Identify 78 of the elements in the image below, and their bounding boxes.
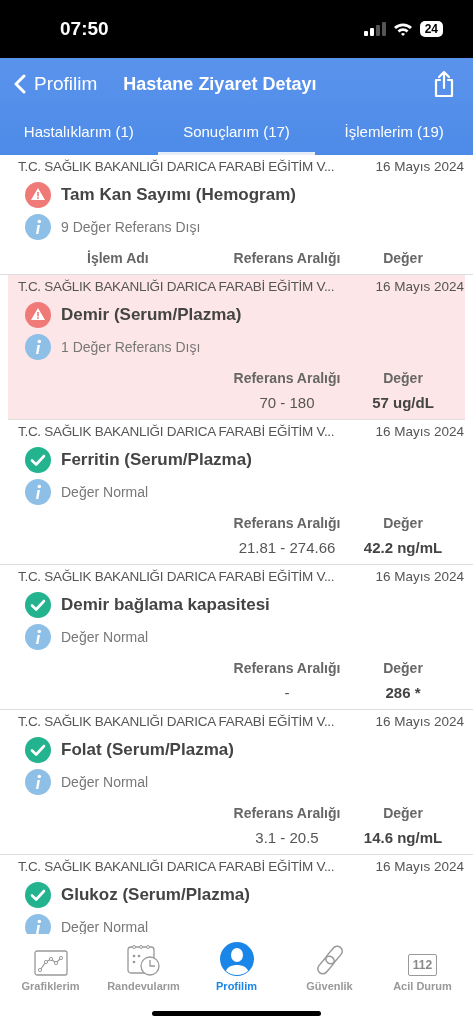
result-value: 42.2 ng/mL (362, 539, 444, 556)
institution-name: T.C. SAĞLIK BAKANLIĞI DARICA FARABİ EĞİTİM V... (18, 714, 335, 729)
result-date: 16 Mayıs 2024 (375, 159, 464, 174)
back-button[interactable]: Profilim (14, 73, 98, 95)
nav-tab[interactable]: Grafiklerim (5, 934, 96, 992)
result-summary: 1 Değer Referans Dışı (61, 339, 201, 355)
institution-name: T.C. SAĞLIK BAKANLIĞI DARICA FARABİ EĞİTİM V... (18, 159, 335, 174)
nav-tab[interactable]: Güvenlik (284, 934, 375, 992)
test-name: Demir (Serum/Plazma) (61, 305, 242, 325)
result-summary: Değer Normal (61, 919, 149, 934)
screen-title: Hastane Ziyaret Detayı (123, 73, 317, 95)
nav-tab[interactable]: 112 Acil Durum (377, 934, 468, 992)
result-summary: Değer Normal (61, 774, 149, 790)
result-card[interactable]: T.C. SAĞLIK BAKANLIĞI DARICA FARABİ EĞİTİM V... 16 Mayıs 2024 Demir (Serum/Plazma) 1 Değer Referans Dışı Referans Aralığı Değer 70 - 180 57 ug/dL (8, 275, 465, 420)
chevron-left-icon (14, 74, 26, 94)
info-icon (25, 624, 51, 650)
column-header: Değer (382, 370, 424, 386)
result-card[interactable]: T.C. SAĞLIK BAKANLIĞI DARICA FARABİ EĞİTİM V... 16 Mayıs 2024 Ferritin (Serum/Plazma) Değer Normal Referans Aralığı Değer 21.81 - 274.66 42.2 ng/mL (0, 420, 473, 565)
result-value: 57 ug/dL (371, 394, 435, 411)
checkmark-icon (25, 592, 51, 618)
column-header: Değer (382, 660, 424, 676)
result-summary: Değer Normal (61, 484, 149, 500)
result-value: 286 * (384, 684, 422, 701)
result-summary: 9 Değer Referans Dışı (61, 219, 201, 235)
column-header: Referans Aralığı (232, 250, 342, 266)
reference-range: - (283, 684, 291, 701)
checkmark-icon (25, 447, 51, 473)
institution-name: T.C. SAĞLIK BAKANLIĞI DARICA FARABİ EĞİTİM V... (18, 569, 335, 584)
tab[interactable]: İşlemlerim (19) (315, 110, 473, 155)
reference-range: 3.1 - 20.5 (254, 829, 320, 846)
warning-icon (25, 302, 51, 328)
status-time: 07:50 (60, 18, 109, 40)
column-header: Değer (382, 805, 424, 821)
reference-range: 70 - 180 (258, 394, 316, 411)
nav-tab[interactable]: Profilim (191, 934, 282, 992)
signal-icon (363, 22, 386, 36)
column-header: Referans Aralığı (232, 660, 342, 676)
result-date: 16 Mayıs 2024 (375, 714, 464, 729)
column-header: İşlem Adı (86, 250, 150, 266)
institution-name: T.C. SAĞLIK BAKANLIĞI DARICA FARABİ EĞİTİM V... (18, 859, 335, 874)
wifi-icon (392, 22, 413, 36)
column-header: Değer (382, 515, 424, 531)
tab[interactable]: Sonuçlarım (17) (157, 110, 316, 155)
info-icon (25, 334, 51, 360)
result-summary: Değer Normal (61, 629, 149, 645)
info-icon (25, 479, 51, 505)
result-value: 14.6 ng/mL (362, 829, 444, 846)
institution-name: T.C. SAĞLIK BAKANLIĞI DARICA FARABİ EĞİTİM V... (18, 279, 335, 294)
column-header: Referans Aralığı (232, 515, 342, 531)
test-name: Ferritin (Serum/Plazma) (61, 450, 252, 470)
battery-level: 24 (419, 21, 443, 37)
test-name: Tam Kan Sayımı (Hemogram) (61, 185, 296, 205)
result-date: 16 Mayıs 2024 (375, 569, 464, 584)
emergency-number-icon: 112 (407, 954, 438, 976)
test-name: Glukoz (Serum/Plazma) (61, 885, 250, 905)
person-icon (219, 942, 254, 976)
info-icon (25, 769, 51, 795)
calendar-clock-icon (126, 944, 161, 976)
result-date: 16 Mayıs 2024 (375, 424, 464, 439)
result-date: 16 Mayıs 2024 (375, 279, 464, 294)
reference-range: 21.81 - 274.66 (237, 539, 337, 556)
test-name: Demir bağlama kapasitesi (61, 595, 270, 615)
result-date: 16 Mayıs 2024 (375, 859, 464, 874)
result-card[interactable]: T.C. SAĞLIK BAKANLIĞI DARICA FARABİ EĞİTİM V... 16 Mayıs 2024 Demir bağlama kapasitesi Değer Normal Referans Aralığı Değer - 286 * (0, 565, 473, 710)
nav-tab[interactable]: Randevularım (98, 934, 189, 992)
warning-icon (25, 182, 51, 208)
test-name: Folat (Serum/Plazma) (61, 740, 234, 760)
line-chart-icon (33, 950, 68, 976)
checkmark-icon (25, 737, 51, 763)
result-card[interactable]: T.C. SAĞLIK BAKANLIĞI DARICA FARABİ EĞİTİM V... 16 Mayıs 2024 Folat (Serum/Plazma) Değer Normal Referans Aralığı Değer 3.1 - 20.5 14.6 ng/mL (0, 710, 473, 855)
info-icon (25, 214, 51, 240)
tab[interactable]: Hastalıklarım (1) (0, 110, 158, 155)
column-header: Referans Aralığı (232, 805, 342, 821)
share-icon[interactable] (433, 70, 455, 98)
checkmark-icon (25, 882, 51, 908)
column-header: Değer (382, 250, 424, 266)
column-header: Referans Aralığı (232, 370, 342, 386)
institution-name: T.C. SAĞLIK BAKANLIĞI DARICA FARABİ EĞİTİM V... (18, 424, 335, 439)
